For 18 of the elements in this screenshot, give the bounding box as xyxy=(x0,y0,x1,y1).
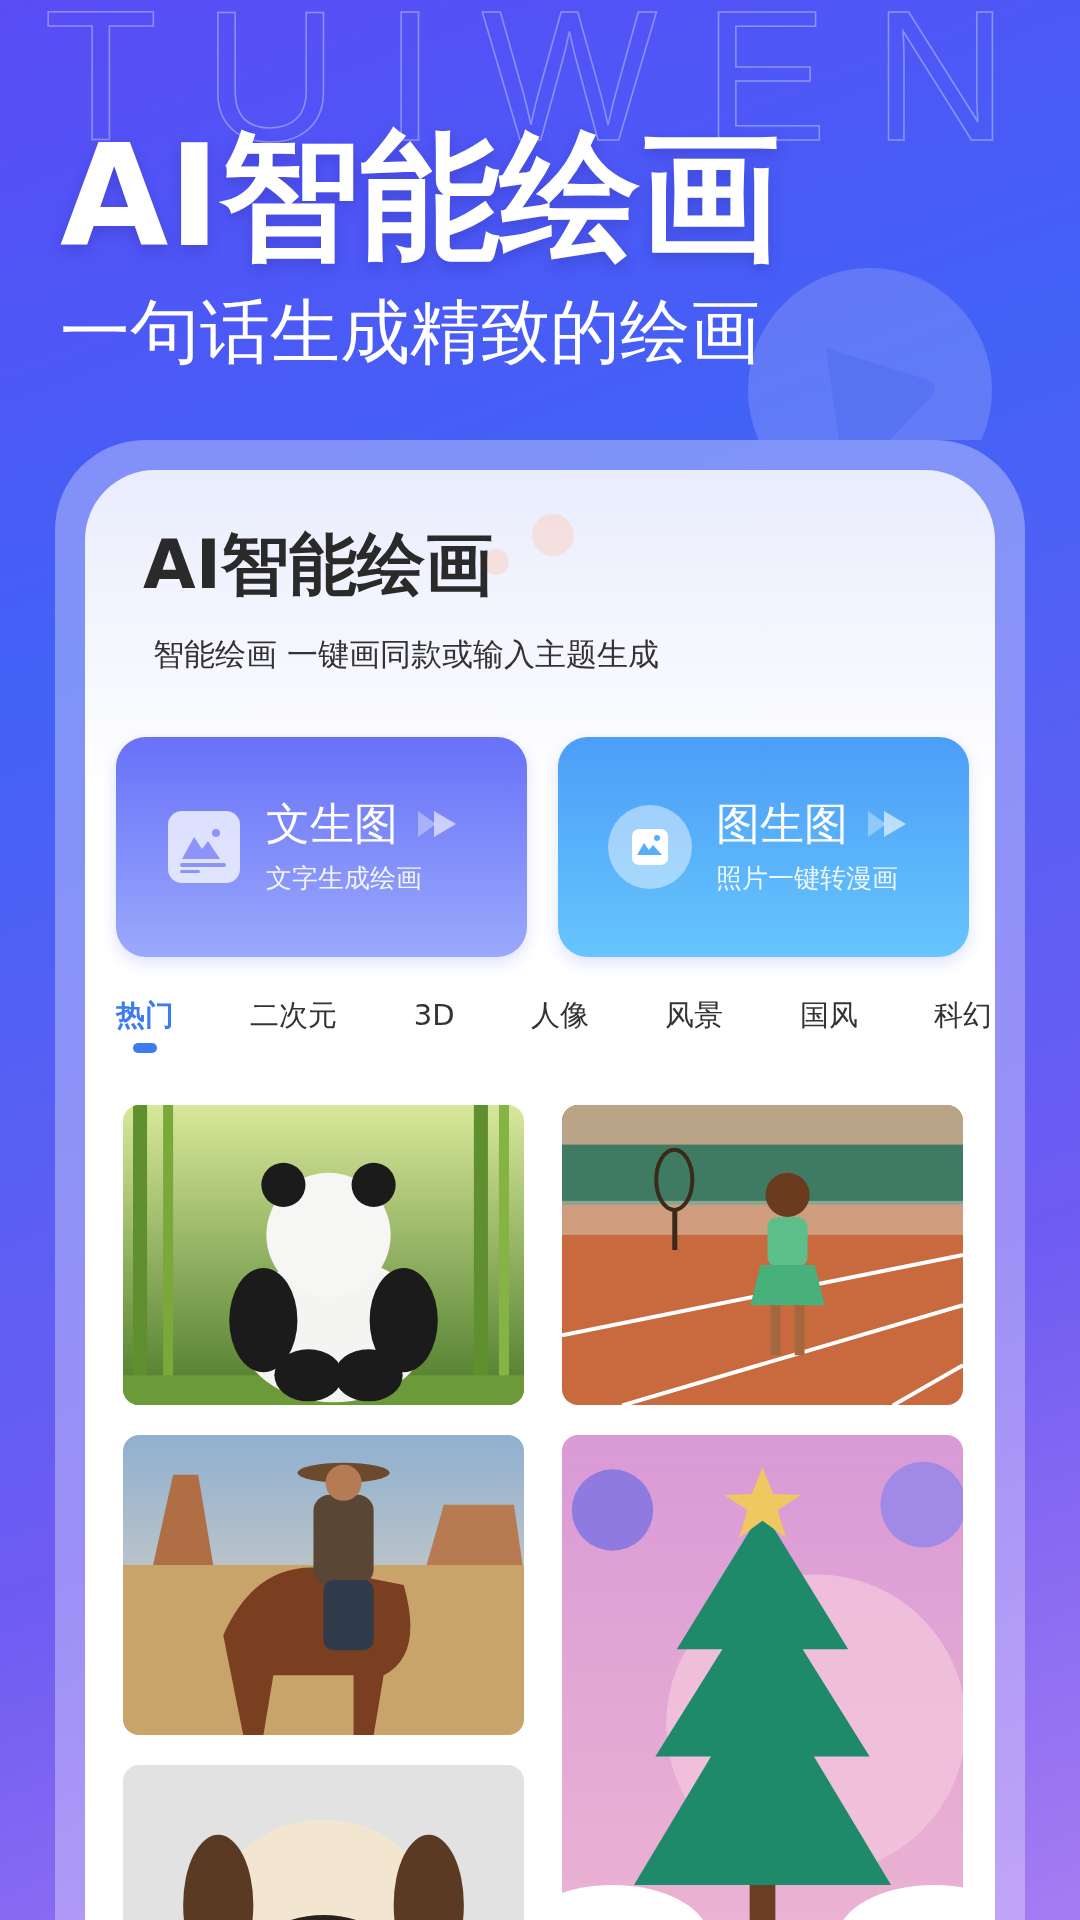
active-tab-indicator xyxy=(133,1043,157,1053)
category-tab[interactable]: 3D xyxy=(413,995,455,1067)
category-tab[interactable]: 二次元 xyxy=(250,995,338,1067)
decor-dot xyxy=(532,514,574,556)
image-icon xyxy=(166,809,242,885)
category-tab[interactable]: 风景 xyxy=(665,995,724,1067)
mode-caption: 照片一键转漫画 xyxy=(716,862,898,895)
screen-subtitle: 智能绘画 一键画同款或输入主题生成 xyxy=(153,635,659,674)
mode-caption: 文字生成绘画 xyxy=(266,862,422,895)
category-tab[interactable]: 人像 xyxy=(530,995,589,1067)
mode-title: 图生图 xyxy=(716,798,848,850)
category-tab[interactable]: 热门 xyxy=(116,995,174,1067)
mode-title: 文生图 xyxy=(266,798,398,850)
screen-title: AI智能绘画 xyxy=(143,525,493,605)
category-tab[interactable]: 科幻 xyxy=(933,995,992,1067)
hero-subtitle: 一句话生成精致的绘画 xyxy=(60,290,760,374)
category-tab[interactable]: 国风 xyxy=(799,995,858,1067)
image-icon xyxy=(608,805,692,889)
